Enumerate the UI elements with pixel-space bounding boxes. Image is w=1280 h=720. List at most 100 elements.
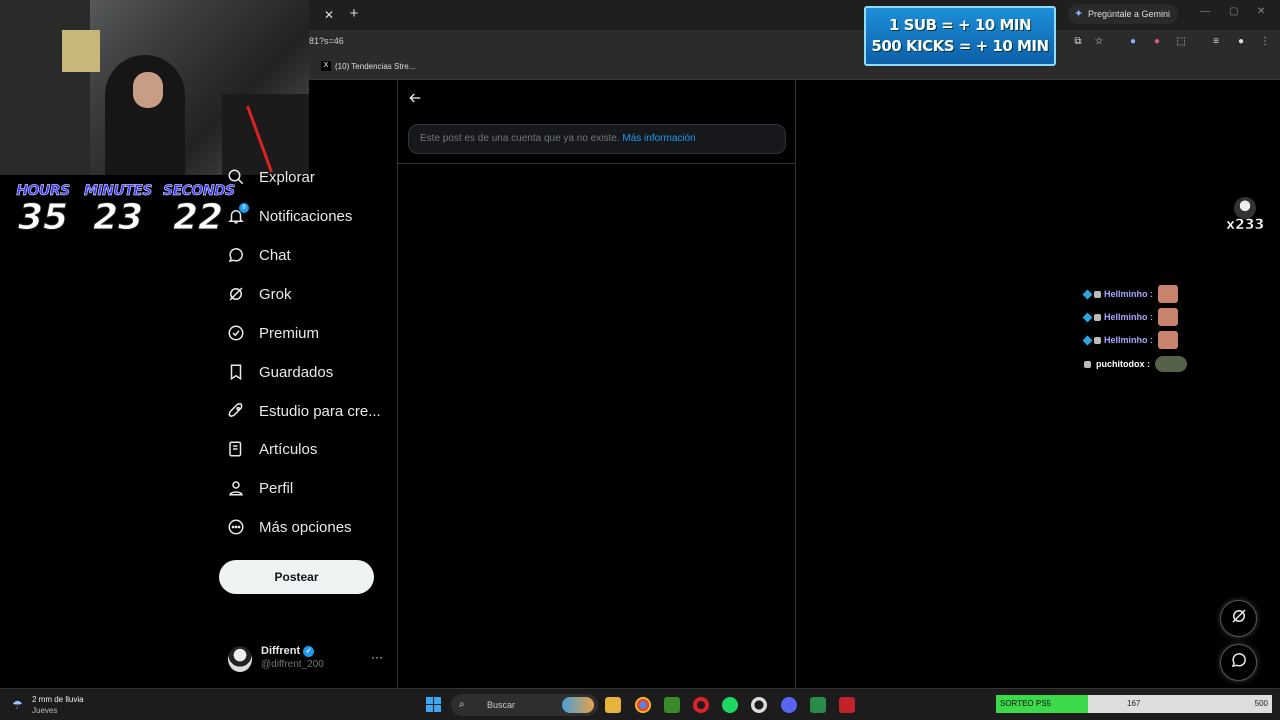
premium-icon [227, 324, 245, 342]
obs-icon[interactable] [751, 697, 767, 713]
new-tab-icon[interactable]: + [345, 5, 363, 23]
search-icon: ⌕ [459, 699, 465, 710]
umbrella-icon: ☂ [12, 698, 23, 712]
opera-icon[interactable] [693, 697, 709, 713]
seconds-value: 22 [172, 197, 224, 238]
post-button[interactable]: Postear [219, 560, 374, 594]
chat-message: puchitodox : [1084, 355, 1187, 373]
badge-icon [1094, 290, 1101, 298]
chat-username: puchitodox : [1096, 359, 1150, 369]
notice-text: Este post es de una cuenta que ya no exi… [420, 133, 620, 144]
account-switcher[interactable]: Diffrent ✓ @diffrent_200 ··· [228, 644, 388, 674]
emote-icon [1158, 331, 1178, 349]
menu-icon[interactable]: ⋮ [1258, 35, 1272, 49]
grok-fab-button[interactable] [1220, 600, 1257, 637]
bookmark-star-icon[interactable]: ☆ [1092, 35, 1106, 49]
sub-banner-line2: 500 KICKS = + 10 MIN [871, 37, 1049, 55]
taskbar-search[interactable]: ⌕ Buscar [451, 694, 598, 716]
messages-fab-button[interactable] [1220, 644, 1257, 681]
sub-banner-line1: 1 SUB = + 10 MIN [888, 16, 1032, 34]
extension-icon[interactable]: ● [1150, 35, 1164, 49]
nav-label: Guardados [259, 363, 334, 381]
grok-icon [227, 285, 245, 303]
spotify-icon[interactable] [722, 697, 738, 713]
weather-text: 2 mm de lluvia [32, 695, 84, 704]
minecraft-icon[interactable] [664, 697, 680, 713]
badge-icon [1094, 313, 1101, 321]
avatar [228, 646, 252, 672]
extensions-puzzle-icon[interactable]: ⬚ [1174, 35, 1188, 49]
separator [398, 163, 795, 164]
deleted-post-notice: Este post es de una cuenta que ya no exi… [408, 124, 786, 154]
app-icon[interactable] [810, 697, 826, 713]
windows-start-icon[interactable] [426, 697, 441, 712]
bookmark-icon [227, 363, 245, 381]
chat-icon [227, 246, 245, 264]
sorteo-progress-bar: SORTEO PS5 167 500 [996, 695, 1272, 713]
nav-item-premium[interactable]: Premium [227, 316, 319, 350]
nav-item-chat[interactable]: Chat [227, 238, 291, 272]
extension-icon[interactable]: ● [1126, 35, 1140, 49]
minimize-icon[interactable]: — [1200, 6, 1210, 17]
nav-item-explorar[interactable]: Explorar [227, 160, 315, 194]
sorteo-max: 500 [1254, 699, 1268, 708]
nav-item-guardados[interactable]: Guardados [227, 355, 333, 389]
nav-item-mas-opciones[interactable]: Más opciones [227, 510, 352, 544]
bell-icon: 8 [227, 203, 249, 225]
badge-icon [1082, 312, 1093, 322]
article-icon [227, 440, 245, 458]
person-icon [227, 479, 245, 497]
emote-icon [1158, 285, 1178, 303]
badge-icon [1094, 336, 1101, 344]
search-placeholder: Buscar [487, 700, 516, 710]
rocket-icon [227, 402, 245, 420]
notification-badge: 8 [239, 203, 249, 213]
nav-item-grok[interactable]: Grok [227, 277, 292, 311]
chat-message: Hellminho : [1082, 308, 1178, 326]
weather-day: Jueves [32, 706, 58, 715]
back-arrow-icon[interactable] [407, 90, 423, 106]
gemini-button[interactable]: ✦ Pregúntale a Gemini [1068, 4, 1179, 24]
chat-message: Hellminho : [1082, 285, 1178, 303]
close-tab-icon[interactable]: ✕ [320, 6, 338, 24]
badge-icon [1082, 335, 1093, 345]
nav-item-estudio[interactable]: Estudio para cre... [227, 394, 381, 428]
install-app-icon[interactable]: ⧉ [1071, 35, 1085, 49]
nav-item-articulos[interactable]: Artículos [227, 432, 317, 466]
url-text[interactable]: 81?s=46 [309, 36, 344, 46]
nav-label: Explorar [259, 168, 315, 186]
column-divider [795, 80, 796, 688]
profile-icon[interactable]: ● [1234, 35, 1248, 49]
discord-icon[interactable] [781, 697, 797, 713]
emote-icon [1158, 308, 1178, 326]
chrome-icon[interactable] [635, 697, 651, 713]
media-control-icon[interactable]: ≡ [1209, 35, 1223, 49]
x-logo-icon: X [321, 61, 331, 71]
chat-icon [1230, 651, 1248, 674]
maximize-icon[interactable]: ▢ [1229, 6, 1238, 17]
emote-combo: x233 [1226, 197, 1270, 237]
more-dots-icon[interactable]: ··· [371, 650, 383, 664]
badge-icon [1084, 360, 1091, 368]
profile-name-text: Diffrent [261, 645, 301, 657]
nav-label: Artículos [259, 440, 318, 458]
bookmark-label: (10) Tendencias Stre... [335, 61, 416, 71]
combo-count: x233 [1226, 217, 1265, 234]
close-window-icon[interactable]: ✕ [1257, 6, 1265, 17]
gemini-label: Pregúntale a Gemini [1088, 9, 1171, 19]
chat-message: Hellminho : [1082, 331, 1178, 349]
profile-handle: @diffrent_200 [261, 659, 324, 670]
webcam-feed [0, 0, 309, 175]
more-info-link[interactable]: Más información [622, 133, 695, 144]
profile-name: Diffrent ✓ [261, 645, 315, 657]
column-divider [397, 80, 398, 688]
nav-item-perfil[interactable]: Perfil [227, 471, 293, 505]
emote-character-icon [1234, 197, 1256, 219]
weather-widget[interactable]: ☂ 2 mm de lluvia Jueves [12, 694, 84, 716]
bookmark-item[interactable]: X (10) Tendencias Stre... [321, 61, 415, 71]
nav-item-notificaciones[interactable]: 8 Notificaciones [227, 199, 352, 233]
file-explorer-icon[interactable] [605, 697, 621, 713]
search-highlight-icon [562, 697, 594, 713]
app-icon[interactable] [839, 697, 855, 713]
minutes-value: 23 [92, 197, 144, 238]
